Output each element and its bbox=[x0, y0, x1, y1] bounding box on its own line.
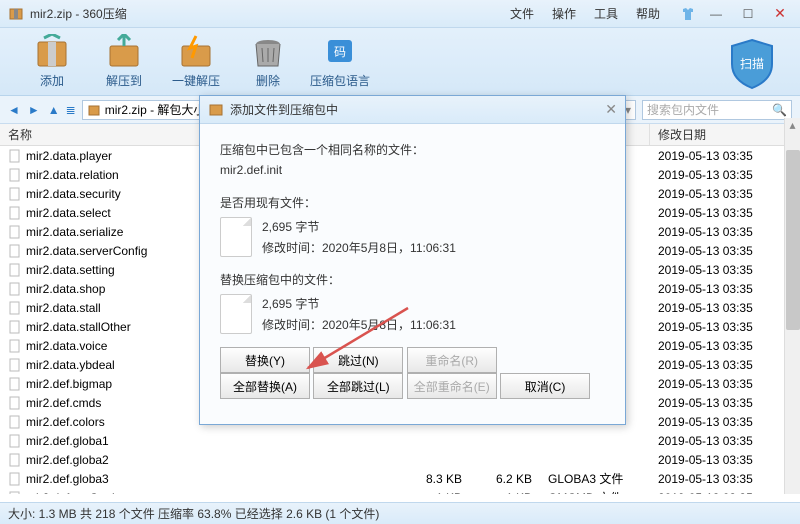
file-icon bbox=[8, 301, 22, 315]
menu-help[interactable]: 帮助 bbox=[636, 5, 660, 22]
file-icon bbox=[8, 453, 22, 467]
dialog-title: 添加文件到压缩包中 bbox=[230, 101, 605, 118]
titlebar: mir2.zip - 360压缩 文件 操作 工具 帮助 — ☐ ✕ bbox=[0, 0, 800, 28]
svg-text:扫描: 扫描 bbox=[740, 57, 764, 71]
add-file-dialog: 添加文件到压缩包中 ✕ 压缩包中已包含一个相同名称的文件： mir2.def.i… bbox=[199, 95, 626, 425]
file-icon bbox=[8, 206, 22, 220]
delete-button[interactable]: 删除 bbox=[232, 34, 304, 89]
skip-all-button[interactable]: 全部跳过(L) bbox=[313, 373, 403, 399]
view-list-icon[interactable]: ≣ bbox=[66, 103, 76, 117]
menu-operate[interactable]: 操作 bbox=[552, 5, 576, 22]
toolbar: 添加 解压到 一键解压 删除 码 压缩包语言 扫描 bbox=[0, 28, 800, 96]
lang-icon: 码 bbox=[320, 34, 360, 70]
nav-up-button[interactable]: ▲ bbox=[48, 103, 60, 117]
dialog-line1: 压缩包中已包含一个相同名称的文件： bbox=[220, 140, 605, 160]
close-button[interactable]: ✕ bbox=[768, 6, 792, 22]
add-icon bbox=[32, 34, 72, 70]
file-icon bbox=[8, 358, 22, 372]
file-icon bbox=[220, 294, 252, 334]
rename-all-button[interactable]: 全部重命名(E) bbox=[407, 373, 497, 399]
search-icon[interactable]: 🔍 bbox=[772, 103, 787, 117]
rename-button[interactable]: 重命名(R) bbox=[407, 347, 497, 373]
oneclick-icon bbox=[176, 34, 216, 70]
statusbar: 大小: 1.3 MB 共 218 个文件 压缩率 63.8% 已经选择 2.6 … bbox=[0, 502, 800, 524]
skin-icon[interactable] bbox=[680, 6, 696, 22]
minimize-button[interactable]: — bbox=[704, 6, 728, 22]
menu-tool[interactable]: 工具 bbox=[594, 5, 618, 22]
file-icon bbox=[8, 396, 22, 410]
file-icon bbox=[8, 225, 22, 239]
file-icon bbox=[8, 472, 22, 486]
dialog-icon bbox=[208, 102, 224, 118]
scroll-thumb[interactable] bbox=[786, 150, 800, 330]
dialog-close-button[interactable]: ✕ bbox=[605, 101, 617, 118]
nav-back-button[interactable]: ◄ bbox=[8, 103, 20, 117]
file-icon bbox=[8, 282, 22, 296]
maximize-button[interactable]: ☐ bbox=[736, 6, 760, 22]
svg-text:码: 码 bbox=[334, 45, 346, 59]
extract-to-button[interactable]: 解压到 bbox=[88, 34, 160, 89]
file-icon bbox=[220, 217, 252, 257]
file-icon bbox=[8, 339, 22, 353]
file-icon bbox=[8, 320, 22, 334]
scan-button[interactable]: 扫描 bbox=[724, 36, 780, 95]
file-icon bbox=[8, 149, 22, 163]
table-row[interactable]: mir2.def.globa12019-05-13 03:35 bbox=[0, 431, 800, 450]
replace-button[interactable]: 替换(Y) bbox=[220, 347, 310, 373]
table-row[interactable]: mir2.def.globa38.3 KB6.2 KBGLOBA3 文件2019… bbox=[0, 469, 800, 488]
add-button[interactable]: 添加 bbox=[16, 34, 88, 89]
app-icon bbox=[8, 6, 24, 22]
file-icon bbox=[8, 434, 22, 448]
archive-icon bbox=[87, 103, 101, 117]
window-title: mir2.zip - 360压缩 bbox=[30, 5, 510, 22]
cancel-button[interactable]: 取消(C) bbox=[500, 373, 590, 399]
file-icon bbox=[8, 377, 22, 391]
file-icon bbox=[8, 244, 22, 258]
nav-forward-button[interactable]: ► bbox=[28, 103, 40, 117]
menu-file[interactable]: 文件 bbox=[510, 5, 534, 22]
dialog-filename: mir2.def.init bbox=[220, 160, 605, 180]
lang-button[interactable]: 码 压缩包语言 bbox=[304, 34, 376, 89]
extract-icon bbox=[104, 34, 144, 70]
file-icon bbox=[8, 263, 22, 277]
file-icon bbox=[8, 187, 22, 201]
search-input[interactable]: 搜索包内文件 🔍 bbox=[642, 100, 792, 120]
table-row[interactable]: mir2.def.gmCmd1 KB1 KBGMCMD 文件2019-05-13… bbox=[0, 488, 800, 494]
replace-all-button[interactable]: 全部替换(A) bbox=[220, 373, 310, 399]
dialog-q1: 是否用现有文件： bbox=[220, 193, 605, 213]
file-icon bbox=[8, 415, 22, 429]
scrollbar[interactable]: ▴ bbox=[784, 118, 800, 494]
dialog-q2: 替换压缩包中的文件： bbox=[220, 270, 605, 290]
file-icon bbox=[8, 168, 22, 182]
one-click-extract-button[interactable]: 一键解压 bbox=[160, 34, 232, 89]
file-icon bbox=[8, 491, 22, 495]
col-date[interactable]: 修改日期 bbox=[650, 124, 790, 145]
skip-button[interactable]: 跳过(N) bbox=[313, 347, 403, 373]
table-row[interactable]: mir2.def.globa22019-05-13 03:35 bbox=[0, 450, 800, 469]
delete-icon bbox=[248, 34, 288, 70]
